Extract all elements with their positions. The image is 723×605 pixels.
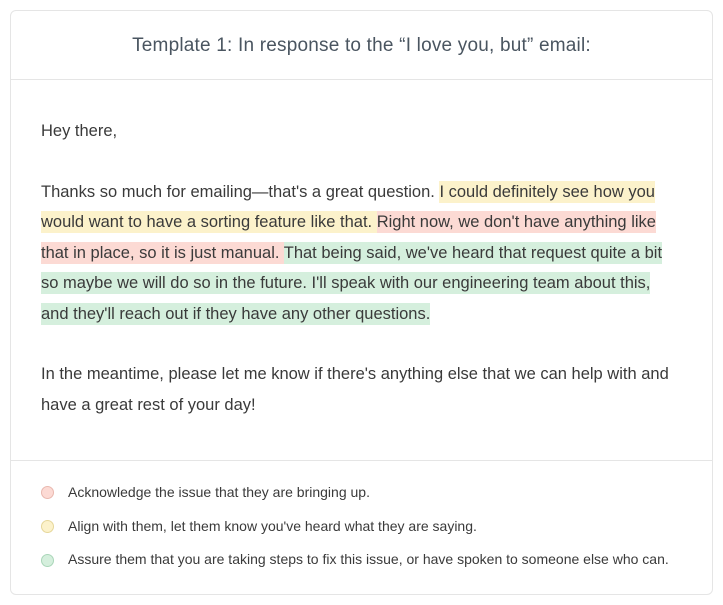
legend-item: Acknowledge the issue that they are brin…: [41, 483, 682, 503]
legend-text: Align with them, let them know you've he…: [68, 517, 477, 537]
legend-text: Acknowledge the issue that they are brin…: [68, 483, 370, 503]
card-header: Template 1: In response to the “I love y…: [11, 11, 712, 80]
greeting-line: Hey there,: [41, 116, 682, 147]
legend-item: Align with them, let them know you've he…: [41, 517, 682, 537]
legend-dot-yellow: [41, 520, 54, 533]
card-body: Hey there, Thanks so much for emailing—t…: [11, 80, 712, 461]
closing-paragraph: In the meantime, please let me know if t…: [41, 359, 682, 420]
legend-dot-green: [41, 554, 54, 567]
legend-item: Assure them that you are taking steps to…: [41, 550, 682, 570]
legend-dot-red: [41, 486, 54, 499]
template-card: Template 1: In response to the “I love y…: [10, 10, 713, 595]
legend-section: Acknowledge the issue that they are brin…: [11, 461, 712, 594]
email-body: Hey there, Thanks so much for emailing—t…: [41, 116, 682, 420]
main-paragraph: Thanks so much for emailing—that's a gre…: [41, 177, 682, 330]
template-title: Template 1: In response to the “I love y…: [41, 35, 682, 57]
legend-text: Assure them that you are taking steps to…: [68, 550, 669, 570]
intro-text: Thanks so much for emailing—that's a gre…: [41, 183, 439, 201]
